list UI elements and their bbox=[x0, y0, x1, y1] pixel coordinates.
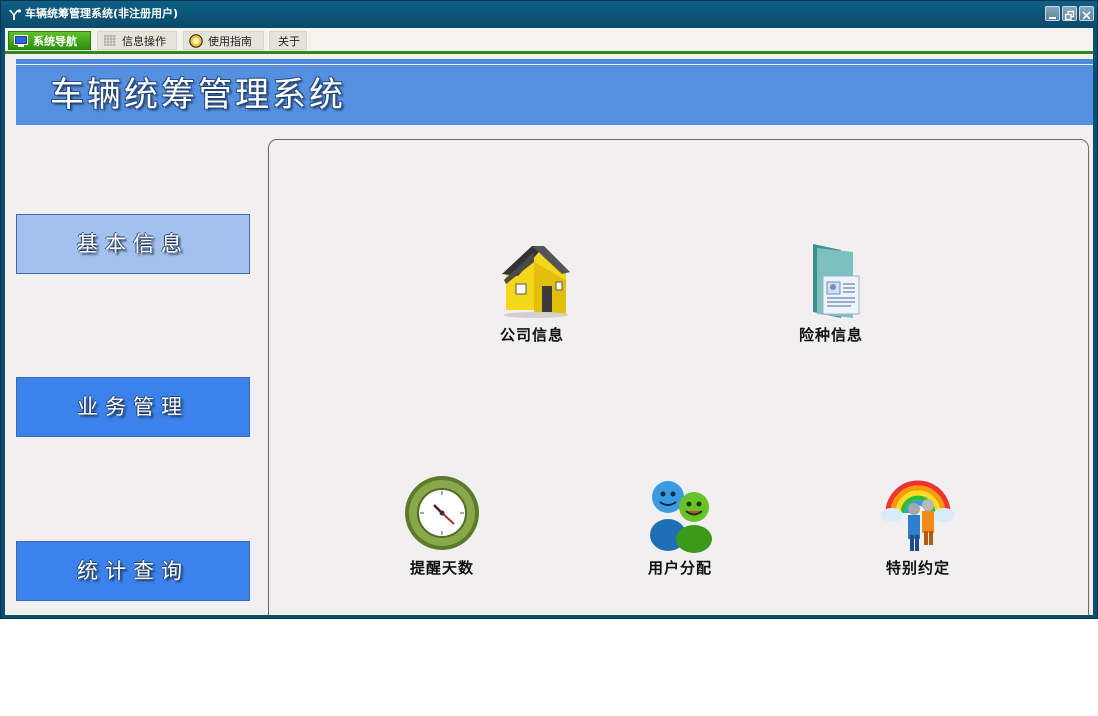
tab-label: 使用指南 bbox=[208, 35, 252, 48]
tab-about[interactable]: 关于 bbox=[269, 31, 307, 50]
header-banner: 车辆统筹管理系统 bbox=[16, 65, 1093, 125]
title-bar[interactable]: 车辆统筹管理系统(非注册用户) bbox=[1, 1, 1097, 28]
tile-label: 公司信息 bbox=[499, 326, 564, 344]
document-folder-icon bbox=[813, 244, 860, 318]
clock-icon bbox=[405, 476, 479, 550]
close-icon bbox=[1082, 11, 1091, 20]
sidebar-item-label: 统计查询 bbox=[77, 559, 189, 583]
house-icon bbox=[502, 246, 570, 318]
tab-info-ops[interactable]: 信息操作 bbox=[97, 31, 177, 50]
banner-title: 车辆统筹管理系统 bbox=[50, 75, 346, 115]
tab-system-nav[interactable]: 系统导航 bbox=[8, 31, 91, 50]
tile-label: 提醒天数 bbox=[409, 559, 474, 577]
restore-icon bbox=[1064, 10, 1075, 21]
tab-label: 系统导航 bbox=[33, 35, 77, 48]
function-panel: 公司信息 险种信息 提醒天数 用户分配 特别约定 bbox=[268, 139, 1089, 615]
app-logo-icon bbox=[8, 8, 22, 21]
tile-user-assignment[interactable]: 用户分配 bbox=[610, 473, 750, 593]
tile-company-info[interactable]: 公司信息 bbox=[462, 240, 602, 360]
tab-divider bbox=[5, 51, 1093, 54]
sidebar-item-basic-info[interactable]: 基本信息 bbox=[16, 214, 250, 274]
monitor-icon bbox=[14, 35, 28, 47]
tab-bar: 系统导航 信息操作 使用指南 关于 bbox=[5, 28, 1093, 54]
guide-icon bbox=[189, 34, 203, 48]
tile-insurance-info[interactable]: 险种信息 bbox=[761, 240, 901, 360]
rainbow-people-icon bbox=[881, 480, 955, 551]
window-controls bbox=[1045, 6, 1094, 21]
main-content: 系统导航 信息操作 使用指南 关于 车辆统筹管理系统 基本信息 业务管理 统计查… bbox=[5, 28, 1093, 615]
tab-user-guide[interactable]: 使用指南 bbox=[183, 31, 264, 50]
banner-stripe bbox=[16, 59, 1093, 64]
tile-label: 险种信息 bbox=[798, 326, 863, 344]
app-window: 车辆统筹管理系统(非注册用户) 系统导航 信息操作 使用指南 关于 车辆统筹管理… bbox=[0, 0, 1098, 619]
restore-button[interactable] bbox=[1062, 6, 1077, 21]
sidebar-item-label: 基本信息 bbox=[77, 232, 189, 256]
tab-label: 关于 bbox=[278, 35, 300, 48]
tile-special-terms[interactable]: 特别约定 bbox=[848, 473, 988, 593]
tile-label: 特别约定 bbox=[885, 559, 950, 577]
tile-reminder-days[interactable]: 提醒天数 bbox=[372, 473, 512, 593]
sidebar-item-label: 业务管理 bbox=[77, 395, 189, 419]
grid-icon bbox=[104, 35, 116, 46]
minimize-button[interactable] bbox=[1045, 6, 1060, 21]
tab-label: 信息操作 bbox=[122, 35, 166, 48]
minimize-icon bbox=[1049, 17, 1056, 19]
window-title: 车辆统筹管理系统(非注册用户) bbox=[25, 7, 179, 20]
users-icon bbox=[650, 481, 712, 553]
sidebar-item-business[interactable]: 业务管理 bbox=[16, 377, 250, 437]
sidebar-item-statistics[interactable]: 统计查询 bbox=[16, 541, 250, 601]
tile-label: 用户分配 bbox=[647, 559, 712, 577]
close-button[interactable] bbox=[1079, 6, 1094, 21]
